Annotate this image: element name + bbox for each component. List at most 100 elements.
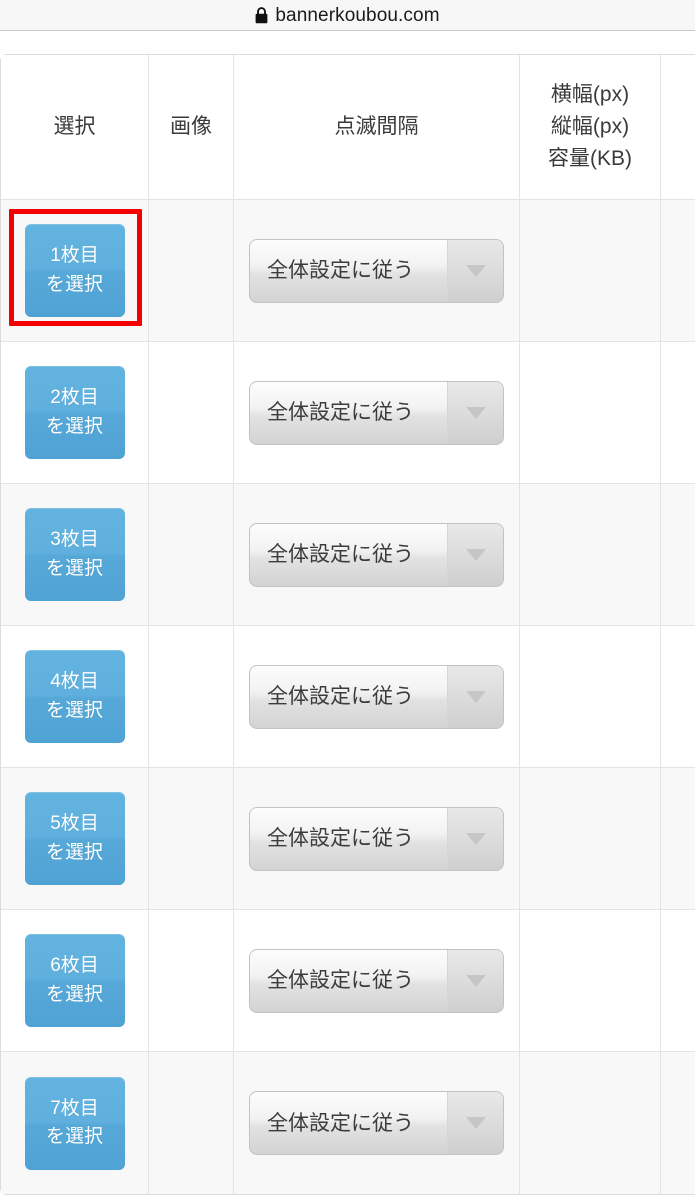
table-row: 4枚目を選択 全体設定に従う — [1, 626, 695, 768]
cell-extra — [661, 626, 695, 768]
url-text: bannerkoubou.com — [275, 4, 440, 26]
table-header-row: 選択 画像 点滅間隔 横幅(px) 縦幅(px) 容量(KB) — [1, 55, 695, 200]
blink-interval-select-value: 全体設定に従う — [267, 1111, 414, 1135]
pick-image-button-2[interactable]: 2枚目を選択 — [24, 366, 125, 459]
cell-select: 2枚目を選択 — [1, 342, 149, 484]
column-header-extra — [661, 55, 695, 200]
pick-image-button-3[interactable]: 3枚目を選択 — [24, 508, 125, 601]
cell-extra — [661, 1052, 695, 1194]
blink-interval-select-5[interactable]: 全体設定に従う — [249, 806, 504, 871]
table-row: 1枚目 を選択 全体設定に従う — [1, 200, 695, 342]
table-row: 2枚目を選択 全体設定に従う — [1, 342, 695, 484]
chevron-down-glyph — [465, 974, 486, 987]
blink-interval-select-value: 全体設定に従う — [267, 685, 414, 708]
cell-extra — [661, 910, 695, 1052]
browser-url-bar[interactable]: bannerkoubou.com — [0, 0, 695, 31]
cell-select: 3枚目を選択 — [1, 484, 149, 626]
blink-interval-select-1[interactable]: 全体設定に従う — [249, 238, 504, 303]
pick-image-button-line1: 5枚目 — [50, 813, 99, 835]
cell-select: 1枚目 を選択 — [1, 200, 149, 342]
pick-image-button-line1: 3枚目 — [50, 529, 99, 551]
blink-interval-select-value: 全体設定に従う — [267, 543, 414, 566]
chevron-down-icon[interactable] — [447, 381, 503, 444]
chevron-down-icon[interactable] — [447, 665, 503, 728]
pick-image-button-line2: を選択 — [45, 699, 103, 721]
chevron-down-icon[interactable] — [447, 949, 503, 1012]
cell-extra — [661, 342, 695, 484]
column-header-height-label: 縦幅(px) — [550, 115, 630, 139]
cell-image-preview — [149, 910, 234, 1052]
column-header-dimensions: 横幅(px) 縦幅(px) 容量(KB) — [520, 55, 661, 200]
cell-dimensions — [520, 484, 661, 626]
table-horizontal-scroller[interactable]: 選択 画像 点滅間隔 横幅(px) 縦幅(px) 容量(KB) 1枚目 を選択 … — [0, 54, 695, 1195]
column-header-blink-interval: 点滅間隔 — [234, 55, 520, 200]
pick-image-button-4[interactable]: 4枚目を選択 — [24, 650, 125, 743]
cell-dimensions — [520, 910, 661, 1052]
chevron-down-glyph — [465, 832, 486, 845]
chevron-down-glyph — [465, 406, 486, 419]
lock-icon — [255, 6, 268, 24]
pick-image-button-line2: を選択 — [45, 415, 103, 437]
table-row: 6枚目 を選択 全体設定に従う — [1, 910, 695, 1052]
cell-extra — [661, 484, 695, 626]
chevron-down-icon[interactable] — [447, 807, 503, 870]
table-row: 3枚目を選択 全体設定に従う — [1, 484, 695, 626]
cell-dimensions — [520, 200, 661, 342]
pick-image-button-line2: を選択 — [45, 983, 103, 1005]
chevron-down-icon[interactable] — [447, 1092, 503, 1154]
column-header-width-label: 横幅(px) — [550, 83, 630, 107]
chevron-down-icon[interactable] — [447, 523, 503, 586]
cell-dimensions — [520, 342, 661, 484]
cell-blink-interval: 全体設定に従う — [234, 910, 520, 1052]
cell-extra — [661, 200, 695, 342]
column-header-image-label: 画像 — [170, 115, 212, 139]
cell-image-preview — [149, 200, 234, 342]
pick-image-button-7[interactable]: 7枚目 を選択 — [24, 1076, 125, 1170]
cell-image-preview — [149, 1052, 234, 1194]
cell-blink-interval: 全体設定に従う — [234, 626, 520, 768]
cell-extra — [661, 768, 695, 910]
cell-blink-interval: 全体設定に従う — [234, 200, 520, 342]
cell-select: 7枚目 を選択 — [1, 1052, 149, 1194]
cell-blink-interval: 全体設定に従う — [234, 484, 520, 626]
cell-image-preview — [149, 768, 234, 910]
table-row: 5枚目を選択 全体設定に従う — [1, 768, 695, 910]
pick-image-button-5[interactable]: 5枚目を選択 — [24, 792, 125, 885]
pick-image-button-line1: 7枚目 — [50, 1097, 99, 1119]
blink-interval-select-7[interactable]: 全体設定に従う — [249, 1091, 504, 1155]
cell-blink-interval: 全体設定に従う — [234, 1052, 520, 1194]
cell-image-preview — [149, 626, 234, 768]
cell-dimensions — [520, 626, 661, 768]
image-settings-table: 選択 画像 点滅間隔 横幅(px) 縦幅(px) 容量(KB) 1枚目 を選択 … — [0, 54, 695, 1195]
blink-interval-select-6[interactable]: 全体設定に従う — [249, 948, 504, 1013]
cell-select: 6枚目 を選択 — [1, 910, 149, 1052]
pick-image-button-line2: を選択 — [45, 557, 103, 579]
pick-image-button-line2: を選択 — [45, 841, 103, 863]
column-header-select: 選択 — [1, 55, 149, 200]
blink-interval-select-value: 全体設定に従う — [267, 259, 414, 282]
cell-dimensions — [520, 768, 661, 910]
column-header-select-label: 選択 — [53, 115, 96, 139]
chevron-down-icon[interactable] — [447, 239, 503, 302]
cell-dimensions — [520, 1052, 661, 1194]
column-header-image: 画像 — [149, 55, 234, 200]
cell-blink-interval: 全体設定に従う — [234, 768, 520, 910]
blink-interval-select-value: 全体設定に従う — [267, 827, 414, 850]
blink-interval-select-3[interactable]: 全体設定に従う — [249, 522, 504, 587]
table-row: 7枚目 を選択 全体設定に従う — [1, 1052, 695, 1194]
cell-image-preview — [149, 342, 234, 484]
cell-image-preview — [149, 484, 234, 626]
blink-interval-select-4[interactable]: 全体設定に従う — [249, 664, 504, 729]
pick-image-button-1[interactable]: 1枚目 を選択 — [24, 224, 125, 317]
chevron-down-glyph — [465, 1117, 486, 1129]
column-header-blink-interval-label: 点滅間隔 — [334, 115, 419, 139]
chevron-down-glyph — [465, 690, 486, 703]
pick-image-button-line2: を選択 — [45, 273, 103, 295]
cell-select: 4枚目を選択 — [1, 626, 149, 768]
pick-image-button-line1: 4枚目 — [50, 671, 99, 693]
cell-select: 5枚目を選択 — [1, 768, 149, 910]
pick-image-button-line1: 2枚目 — [50, 387, 99, 409]
pick-image-button-6[interactable]: 6枚目 を選択 — [24, 934, 125, 1027]
page-content: 選択 画像 点滅間隔 横幅(px) 縦幅(px) 容量(KB) 1枚目 を選択 … — [0, 31, 695, 1200]
blink-interval-select-2[interactable]: 全体設定に従う — [249, 380, 504, 445]
